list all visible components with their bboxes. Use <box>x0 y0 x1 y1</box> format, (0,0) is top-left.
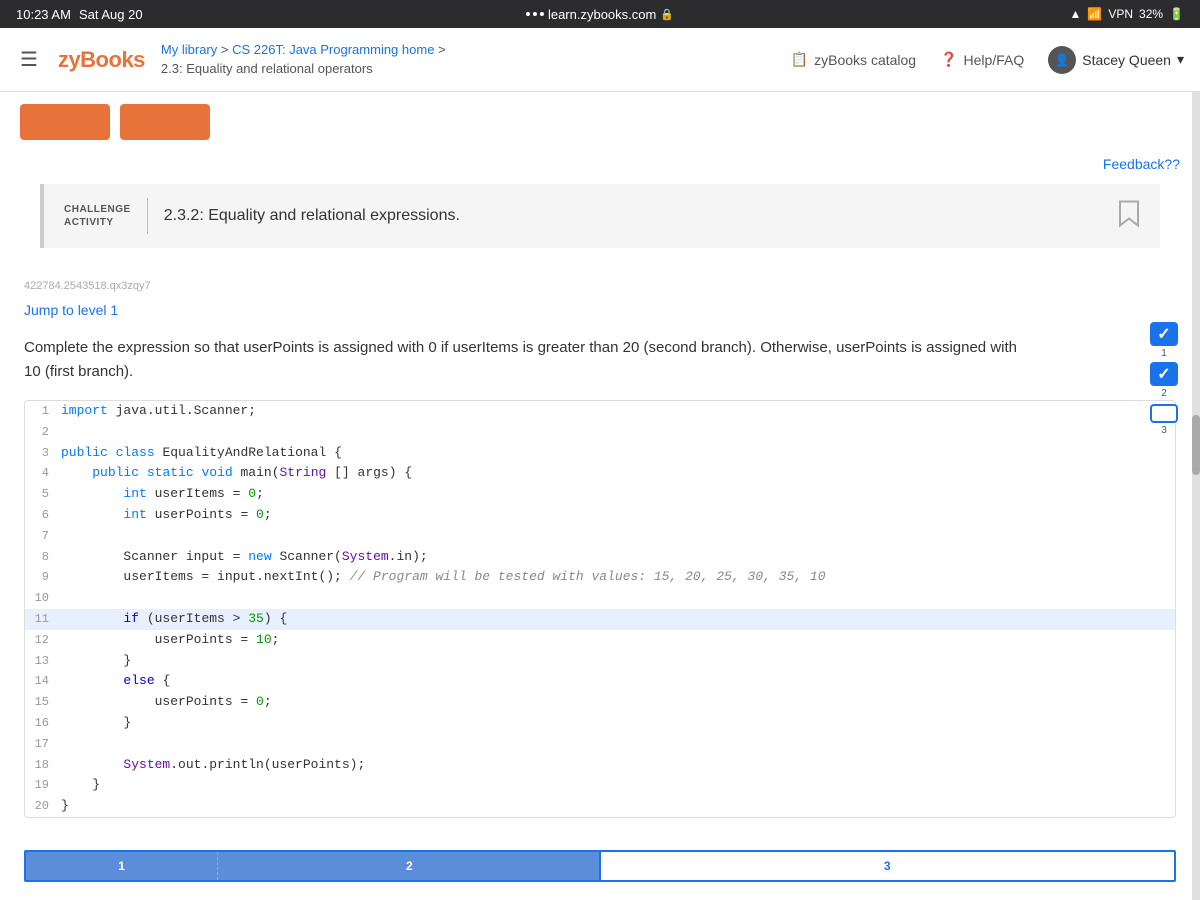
challenge-divider <box>147 198 148 234</box>
level-1-num: 1 <box>1161 348 1167 359</box>
navbar-left: ☰ zyBooks My library > CS 226T: Java Pro… <box>16 41 791 77</box>
help-icon: ❓ <box>940 51 957 68</box>
chevron-down-icon: ▾ <box>1177 51 1184 68</box>
challenge-title: 2.3.2: Equality and relational expressio… <box>164 207 460 225</box>
breadcrumb-course-home[interactable]: CS 226T: Java Programming home <box>232 42 434 57</box>
vpn-label: VPN <box>1108 7 1133 21</box>
prev-button-placeholder[interactable] <box>20 104 110 140</box>
help-link[interactable]: ❓ Help/FAQ <box>940 51 1024 68</box>
challenge-activity-header: CHALLENGE ACTIVITY 2.3.2: Equality and r… <box>40 184 1160 248</box>
avatar: 👤 <box>1048 46 1076 74</box>
level-2-num: 2 <box>1161 388 1167 399</box>
code-line-12: 12 userPoints = 10; <box>25 630 1175 651</box>
level-2-check: ✓ <box>1150 362 1178 386</box>
time-display: 10:23 AM <box>16 7 71 22</box>
level-3-num: 3 <box>1161 425 1167 436</box>
feedback-row: Feedback? <box>0 156 1200 184</box>
status-bar-center: learn.zybooks.com 🔒 <box>526 7 674 22</box>
checkmark-icon-2: ✓ <box>1157 364 1170 384</box>
next-button-placeholder[interactable] <box>120 104 210 140</box>
code-line-20: 20 } <box>25 796 1175 817</box>
code-line-9: 9 userItems = input.nextInt(); // Progra… <box>25 567 1175 588</box>
code-line-10: 10 <box>25 588 1175 609</box>
code-line-3: 3 public class EqualityAndRelational { <box>25 443 1175 464</box>
breadcrumb-sep2: > <box>438 42 446 57</box>
breadcrumb-my-library[interactable]: My library <box>161 42 217 57</box>
code-line-4: 4 public static void main(String [] args… <box>25 463 1175 484</box>
avatar-icon: 👤 <box>1055 53 1070 67</box>
activity-id: 422784.2543518.qx3zqy7 <box>24 280 1176 292</box>
hamburger-menu-button[interactable]: ☰ <box>16 43 42 76</box>
level-badge-2[interactable]: ✓ 2 <box>1148 364 1180 396</box>
signal-icon: ▲ <box>1069 7 1081 21</box>
status-bar-right: ▲ 📶 VPN 32% 🔋 <box>1069 7 1184 21</box>
level-badge-1[interactable]: ✓ 1 <box>1148 324 1180 356</box>
code-line-16: 16 } <box>25 713 1175 734</box>
dots-icon <box>526 12 544 16</box>
zybooks-logo[interactable]: zyBooks <box>58 47 145 73</box>
feedback-link[interactable]: Feedback? <box>1103 156 1180 172</box>
top-buttons-area <box>0 92 1200 156</box>
code-line-17: 17 <box>25 734 1175 755</box>
code-line-2: 2 <box>25 422 1175 443</box>
level-badge-3[interactable]: 3 <box>1148 404 1180 436</box>
navbar-right: 📋 zyBooks catalog ❓ Help/FAQ 👤 Stacey Qu… <box>791 46 1184 74</box>
status-bar: 10:23 AM Sat Aug 20 learn.zybooks.com 🔒 … <box>0 0 1200 28</box>
catalog-link[interactable]: 📋 zyBooks catalog <box>791 51 916 68</box>
user-menu[interactable]: 👤 Stacey Queen ▾ <box>1048 46 1184 74</box>
jump-to-level-link[interactable]: Jump to level 1 <box>24 302 118 318</box>
breadcrumb: My library > CS 226T: Java Programming h… <box>161 41 446 77</box>
code-line-5: 5 int userItems = 0; <box>25 484 1175 505</box>
main-content: Feedback? CHALLENGE ACTIVITY 2.3.2: Equa… <box>0 92 1200 900</box>
level-indicators: ✓ 1 ✓ 2 3 <box>1148 324 1180 436</box>
code-line-11: 11 if (userItems > 35) { <box>25 609 1175 630</box>
lock-icon: 🔒 <box>660 8 674 21</box>
code-line-19: 19 } <box>25 775 1175 796</box>
scrollbar-thumb[interactable] <box>1192 415 1200 475</box>
challenge-label: CHALLENGE ACTIVITY <box>64 203 131 229</box>
progress-section-2[interactable]: 2 <box>217 852 600 880</box>
bookmark-icon[interactable] <box>1118 200 1140 233</box>
code-line-1: 1 import java.util.Scanner; <box>25 401 1175 422</box>
user-name: Stacey Queen <box>1082 52 1171 68</box>
url-display: learn.zybooks.com <box>548 7 656 22</box>
progress-section-1[interactable]: 1 <box>26 852 217 880</box>
code-line-8: 8 Scanner input = new Scanner(System.in)… <box>25 547 1175 568</box>
breadcrumb-sep1: > <box>221 42 232 57</box>
status-bar-left: 10:23 AM Sat Aug 20 <box>16 7 143 22</box>
breadcrumb-current: 2.3: Equality and relational operators <box>161 61 373 76</box>
help-label: Help/FAQ <box>964 52 1025 68</box>
progress-section-3[interactable]: 3 <box>599 850 1177 882</box>
code-line-6: 6 int userPoints = 0; <box>25 505 1175 526</box>
wifi-icon: 📶 <box>1087 7 1102 21</box>
code-editor[interactable]: 1 import java.util.Scanner; 2 3 public c… <box>24 400 1176 818</box>
code-line-13: 13 } <box>25 651 1175 672</box>
battery-display: 32% <box>1139 7 1163 21</box>
code-line-18: 18 System.out.println(userPoints); <box>25 755 1175 776</box>
level-1-check: ✓ <box>1150 322 1178 346</box>
activity-content: ✓ 1 ✓ 2 3 422784.2543518.qx3zqy7 Jump to… <box>0 264 1200 850</box>
date-display: Sat Aug 20 <box>79 7 143 22</box>
catalog-icon: 📋 <box>791 51 808 68</box>
scrollbar[interactable] <box>1192 92 1200 900</box>
code-line-7: 7 <box>25 526 1175 547</box>
level-3-empty <box>1150 404 1178 423</box>
activity-description: Complete the expression so that userPoin… <box>24 336 1024 384</box>
catalog-label: zyBooks catalog <box>814 52 916 68</box>
code-line-14: 14 else { <box>25 671 1175 692</box>
progress-bar: 1 2 3 <box>24 850 1176 882</box>
code-line-15: 15 userPoints = 0; <box>25 692 1175 713</box>
navbar: ☰ zyBooks My library > CS 226T: Java Pro… <box>0 28 1200 92</box>
battery-icon: 🔋 <box>1169 7 1184 21</box>
checkmark-icon: ✓ <box>1157 324 1170 344</box>
